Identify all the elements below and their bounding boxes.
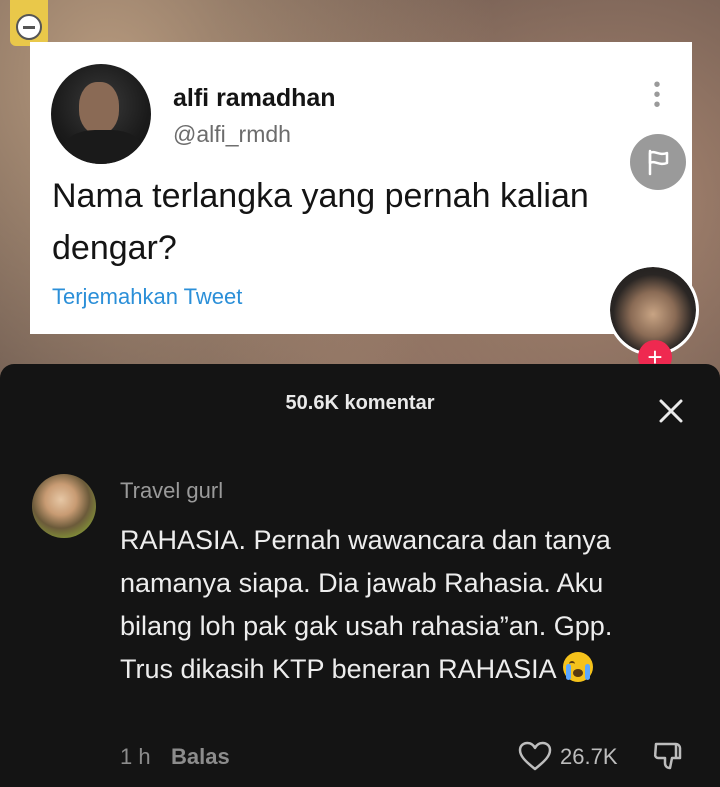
comment-text: RAHASIA. Pernah wawancara dan tanya nama… (120, 519, 640, 691)
comments-sheet: 50.6K komentar Travel gurl RAHASIA. Pern… (0, 364, 720, 787)
tweet-author-avatar (51, 64, 151, 164)
reply-button[interactable]: Balas (171, 744, 230, 770)
more-vertical-icon: • • • (653, 74, 661, 116)
live-badge-icon[interactable] (10, 0, 48, 46)
close-button[interactable] (654, 394, 688, 428)
comment-time: 1 h (120, 744, 151, 769)
translate-tweet-link: Terjemahkan Tweet (52, 284, 243, 309)
tweet-text: Nama terlangka yang pernah kalian dengar… (52, 177, 589, 267)
close-icon (659, 399, 683, 423)
flag-icon (648, 149, 669, 176)
comment-avatar[interactable] (32, 474, 96, 538)
tweet-author-name: alfi ramadhan (173, 84, 336, 112)
tweet-author-handle: @alfi_rmdh (173, 121, 291, 147)
comment-body: RAHASIA. Pernah wawancara dan tanya nama… (120, 525, 613, 684)
comment-username[interactable]: Travel gurl (120, 478, 223, 504)
dislike-icon[interactable] (650, 738, 686, 774)
tweet-card: alfi ramadhan @alfi_rmdh • • • Nama terlan… (30, 42, 692, 334)
crying-face-emoji (562, 652, 593, 682)
report-button[interactable] (630, 134, 686, 190)
like-count: 26.7K (560, 744, 618, 769)
heart-icon[interactable] (517, 740, 553, 772)
comments-count-title: 50.6K komentar (285, 392, 435, 414)
